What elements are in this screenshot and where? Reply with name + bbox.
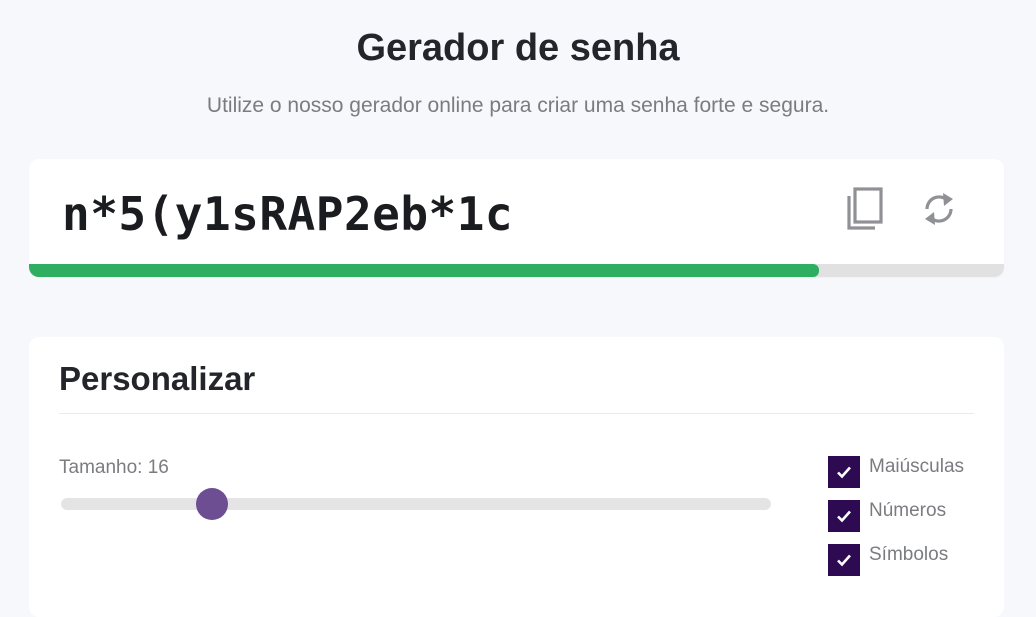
length-slider[interactable]: [61, 488, 771, 520]
page-subtitle: Utilize o nosso gerador online para cria…: [206, 94, 830, 117]
password-card: n*5(y1sRAP2eb*1c: [29, 159, 1004, 277]
strength-bar-fill: [29, 264, 819, 277]
refresh-button[interactable]: [917, 184, 961, 234]
numbers-label: Números: [869, 500, 947, 521]
copy-button[interactable]: [843, 184, 887, 234]
customize-card: Personalizar Tamanho: 16 Maiúsculas Núme…: [29, 337, 1004, 617]
copy-icon: [847, 187, 883, 230]
strength-bar: [29, 264, 1004, 277]
option-symbols[interactable]: Símbolos: [828, 539, 964, 576]
check-icon: [837, 510, 851, 523]
options-list: Maiúsculas Números Símbolos: [828, 451, 964, 583]
numbers-checkbox[interactable]: [828, 500, 860, 532]
symbols-checkbox[interactable]: [828, 544, 860, 576]
check-icon: [837, 466, 851, 479]
option-uppercase[interactable]: Maiúsculas: [828, 451, 965, 488]
customize-title: Personalizar: [59, 360, 256, 397]
generated-password[interactable]: n*5(y1sRAP2eb*1c: [62, 179, 513, 249]
option-numbers[interactable]: Números: [828, 495, 964, 532]
length-slider-thumb[interactable]: [196, 488, 229, 520]
uppercase-label: Maiúsculas: [869, 456, 965, 477]
uppercase-checkbox[interactable]: [828, 456, 860, 488]
symbols-label: Símbolos: [869, 544, 949, 565]
length-label: Tamanho: 16: [59, 457, 169, 478]
refresh-icon: [925, 193, 953, 225]
page-title: Gerador de senha: [356, 27, 680, 69]
divider: [59, 413, 974, 414]
check-icon: [837, 554, 851, 567]
